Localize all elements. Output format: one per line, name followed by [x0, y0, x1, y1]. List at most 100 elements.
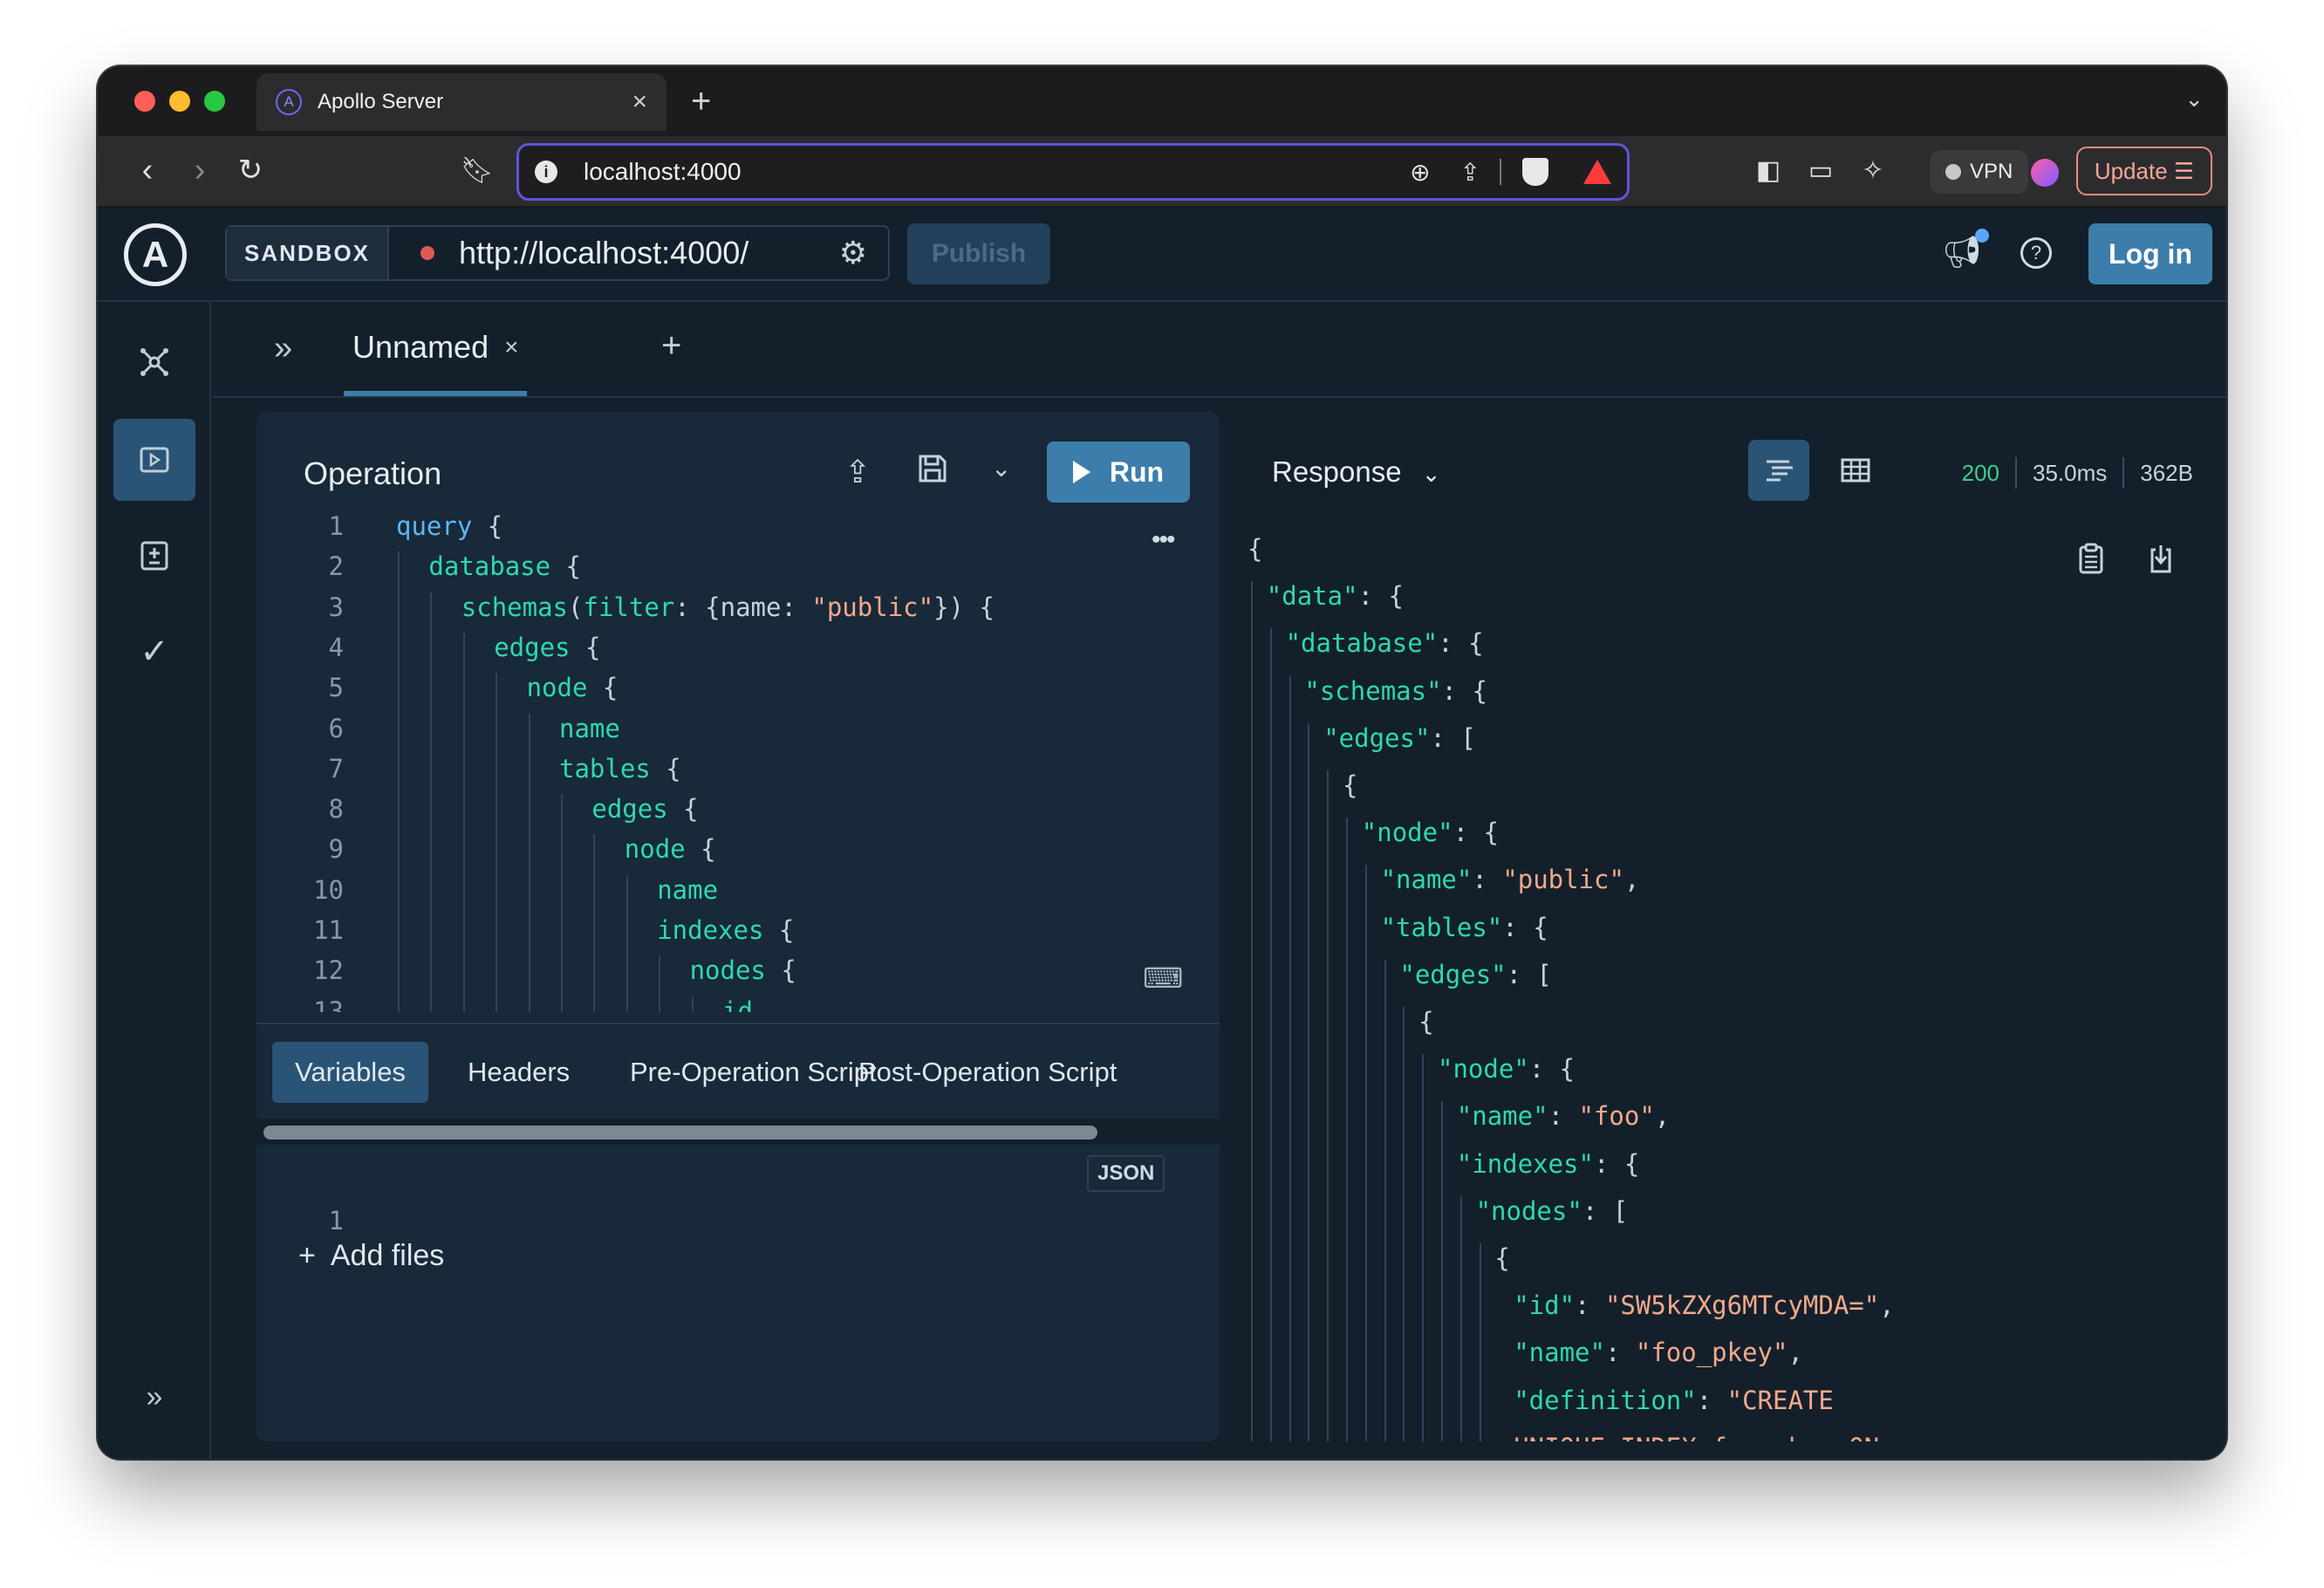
response-viewer[interactable]: {"data": {"database": {"schemas": {"edge… [1247, 534, 2129, 1441]
indent-guide [1346, 818, 1348, 1441]
code-tokens: name [657, 875, 718, 905]
line-number: 9 [328, 834, 344, 865]
close-tab-icon[interactable]: × [504, 333, 518, 361]
help-icon[interactable]: ? [2020, 237, 2052, 269]
leo-ai-icon[interactable]: ✧ [1851, 148, 1895, 192]
code-tokens: node { [625, 834, 716, 864]
apollo-logo-icon[interactable]: A [124, 223, 187, 286]
response-table-view-icon[interactable] [1825, 440, 1886, 501]
address-url[interactable]: localhost:4000 [584, 158, 1380, 186]
maximize-window-button[interactable] [204, 91, 225, 112]
tab-headers[interactable]: Headers [445, 1042, 592, 1103]
indent-guide [430, 592, 433, 1012]
json-token: : [1575, 1290, 1605, 1321]
operation-bottom-tabs: Variables Headers Pre-Operation Script P… [256, 1023, 1220, 1119]
response-code-line: "node": { [1362, 818, 1499, 858]
response-title[interactable]: Response ⌄ [1272, 455, 1441, 489]
code-token: { [763, 915, 795, 945]
code-tokens: database { [428, 551, 581, 581]
browser-tab-apollo-server[interactable]: A Apollo Server × [256, 73, 666, 131]
response-time: 35.0ms [2033, 459, 2108, 486]
left-rail-nav: ✓ » [98, 302, 211, 1459]
save-options-chevron-icon[interactable]: ⌄ [991, 454, 1011, 483]
collapse-sidebar-icon[interactable]: » [274, 330, 292, 367]
response-title-label: Response [1272, 455, 1402, 488]
json-token: { [1247, 534, 1263, 564]
bookmark-icon[interactable]: 🔖︎ [455, 148, 499, 192]
login-button[interactable]: Log in [2088, 223, 2212, 284]
tab-list-chevron-icon[interactable]: ⌄ [2184, 86, 2204, 113]
notification-dot [1975, 229, 1989, 243]
operation-code-line: 8 edges { [256, 794, 1220, 834]
response-stats: 200 35.0ms 362B [1962, 457, 2193, 489]
operation-code-line: 7 tables { [256, 754, 1220, 794]
add-files-button[interactable]: + Add files [298, 1239, 444, 1273]
code-token: tables [559, 753, 651, 784]
tab-variables[interactable]: Variables [272, 1042, 428, 1103]
expand-rail-icon[interactable]: » [98, 1380, 211, 1414]
json-format-badge[interactable]: JSON [1087, 1155, 1165, 1192]
json-token: : [1472, 865, 1503, 895]
response-json-view-icon[interactable] [1748, 440, 1809, 501]
response-size: 362B [2140, 459, 2193, 486]
indent-guide [561, 794, 563, 1012]
indent-guide [1327, 770, 1329, 1441]
reload-icon[interactable]: ↻ [229, 148, 272, 192]
line-number: 7 [328, 753, 344, 784]
share-icon[interactable]: ⇪ [1460, 158, 1480, 187]
operation-editor[interactable]: 1 query {2 database {3 schemas(filter: {nam… [256, 506, 1220, 1012]
line-number: 2 [328, 551, 344, 582]
brave-shields-icon[interactable] [1522, 158, 1548, 186]
add-tab-button[interactable]: + [661, 326, 681, 366]
forward-arrow-icon[interactable]: › [178, 148, 222, 192]
site-info-icon[interactable]: i [535, 161, 557, 183]
tabs-scrollbar[interactable] [256, 1119, 1220, 1145]
code-token: { [587, 673, 619, 703]
json-token: : { [1528, 1054, 1576, 1085]
indent-guide [625, 874, 628, 1012]
schema-changelog-icon[interactable] [113, 515, 195, 597]
code-token: { [472, 511, 503, 541]
zoom-icon[interactable]: ⊕ [1410, 158, 1430, 187]
keyboard-shortcuts-icon[interactable]: ⌨ [1143, 962, 1183, 995]
json-token: : [ [1506, 959, 1552, 989]
sidebar-toggle-icon[interactable]: ◧ [1746, 148, 1790, 192]
operation-code-line: 2 database { [256, 551, 1220, 592]
schema-graph-icon[interactable] [113, 321, 195, 403]
close-window-button[interactable] [134, 91, 155, 112]
indent-guide [462, 632, 465, 1012]
update-button[interactable]: Update ☰ [2076, 147, 2212, 195]
address-divider [1500, 159, 1501, 185]
run-button[interactable]: Run [1047, 441, 1190, 503]
download-svg [2150, 545, 2171, 573]
download-response-icon[interactable] [2148, 543, 2174, 581]
wallet-icon[interactable]: ▭ [1799, 148, 1842, 192]
gear-icon[interactable]: ⚙ [839, 235, 867, 271]
profile-avatar[interactable] [2031, 159, 2059, 187]
vpn-button[interactable]: VPN [1930, 150, 2029, 194]
minimize-window-button[interactable] [169, 91, 190, 112]
tab-unnamed[interactable]: Unnamed × [344, 304, 528, 396]
json-token: , [1654, 1101, 1671, 1132]
save-operation-icon[interactable] [918, 454, 947, 491]
share-operation-icon[interactable]: ⇪ [844, 454, 871, 490]
endpoint-selector[interactable]: SANDBOX http://localhost:4000/ ⚙ [225, 225, 890, 281]
back-arrow-icon[interactable]: ‹ [126, 148, 169, 192]
tab-post-operation-script[interactable]: Post-Operation Script [836, 1042, 1139, 1103]
publish-button[interactable]: Publish [907, 223, 1050, 284]
operation-code-line: 9 node { [256, 834, 1220, 874]
json-token: , [1787, 1338, 1803, 1368]
close-tab-icon[interactable]: × [632, 87, 647, 117]
brave-rewards-icon[interactable] [1583, 160, 1611, 184]
code-token: { [667, 794, 699, 825]
code-token: nodes [689, 955, 766, 986]
json-token: UNIQUE INDEX foo_pkey ON [1514, 1433, 1879, 1441]
address-bar[interactable]: i localhost:4000 ⊕ ⇪ [516, 143, 1630, 201]
new-tab-button[interactable]: + [691, 82, 711, 121]
line-number: 12 [313, 955, 344, 986]
endpoint-url[interactable]: http://localhost:4000/ [459, 235, 839, 271]
explorer-play-icon[interactable] [113, 419, 195, 501]
checks-checkmark-icon[interactable]: ✓ [113, 611, 195, 693]
tabs-scrollbar-thumb[interactable] [263, 1126, 1097, 1140]
browser-tabstrip: A Apollo Server × + ⌄ [98, 66, 2226, 136]
